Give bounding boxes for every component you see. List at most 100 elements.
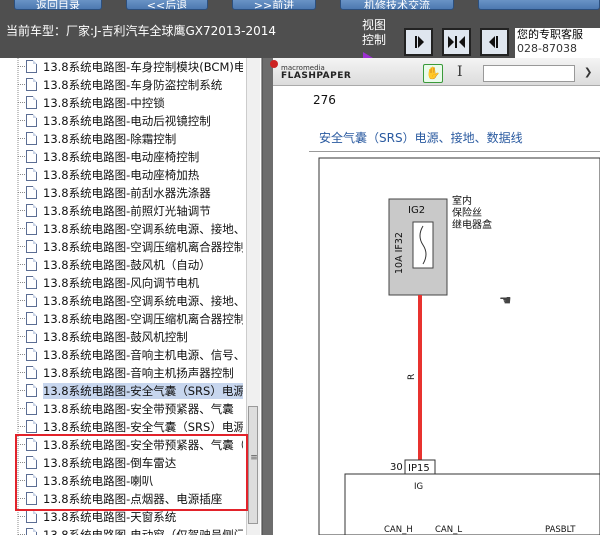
highlight-annotation xyxy=(15,434,248,511)
viewer-toolbar: macromedia FLASHPAPER ✋ I ❯ xyxy=(270,58,600,86)
document-icon xyxy=(26,312,37,325)
document-icon xyxy=(26,240,37,253)
tree-item-label: 13.8系统电路图-电动后视镜控制 xyxy=(43,113,211,128)
flashpaper-brand: macromedia FLASHPAPER xyxy=(281,64,351,81)
tree-item-label: 13.8系统电路图-鼓风机控制 xyxy=(43,329,188,344)
tree-item[interactable]: 13.8系统电路图-电动座椅加热 xyxy=(26,166,243,183)
tree-item[interactable]: 13.8系统电路图-安全气囊（SRS）电源 xyxy=(26,418,243,435)
document-icon xyxy=(26,510,37,523)
page-number: 276 xyxy=(313,93,336,107)
tree-item[interactable]: 13.8系统电路图-空调系统电源、接地、信 xyxy=(26,292,243,309)
document-icon xyxy=(26,276,37,289)
search-input[interactable] xyxy=(483,65,575,82)
tree-item-label: 13.8系统电路图-鼓风机（自动） xyxy=(43,257,211,272)
tree-item[interactable]: 13.8系统电路图-空调压缩机离合器控制 xyxy=(26,310,243,327)
tree-item[interactable]: 13.8系统电路图-空调系统电源、接地、信 xyxy=(26,220,243,237)
two-page-button[interactable] xyxy=(442,28,471,56)
document-icon xyxy=(26,78,37,91)
document-icon xyxy=(26,258,37,271)
splitter[interactable] xyxy=(263,58,273,535)
previous-page-button[interactable] xyxy=(480,28,509,56)
document-icon xyxy=(26,222,37,235)
tree-item[interactable]: 13.8系统电路图-音响主机扬声器控制 xyxy=(26,364,243,381)
document-icon xyxy=(26,330,37,343)
view-label-line2: 控制 xyxy=(362,33,387,47)
can-l-label: CAN_L xyxy=(435,525,462,535)
back-button[interactable]: <<后退 xyxy=(126,0,208,10)
customer-service-box: 您的专职客服 028-87038 xyxy=(515,28,600,58)
tree-item-label: 13.8系统电路图-音响主机扬声器控制 xyxy=(43,365,234,380)
fuse-rating-label: 10A IF32 xyxy=(394,232,405,274)
document-icon xyxy=(26,150,37,163)
text-select-tool[interactable]: I xyxy=(457,64,463,80)
tree-item-label: 13.8系统电路图-中控锁 xyxy=(43,95,165,110)
next-page-button[interactable] xyxy=(404,28,433,56)
tree-item-label: 13.8系统电路图-空调系统电源、接地、信 xyxy=(43,293,243,308)
extra-button[interactable] xyxy=(478,0,600,10)
tree-item[interactable]: 13.8系统电路图-前照灯光轴调节 xyxy=(26,202,243,219)
tree-item[interactable]: 13.8系统电路图-车身控制模块(BCM)电 xyxy=(26,58,243,75)
tree-item[interactable]: 13.8系统电路图-安全带预紧器、气囊 xyxy=(26,400,243,417)
forward-button[interactable]: >>前进 xyxy=(232,0,316,10)
connector-label: IP15 xyxy=(408,463,430,474)
tree-item-label: 13.8系统电路图-电动窗（仅驾驶员侧门 xyxy=(43,527,243,535)
document-icon xyxy=(26,384,37,397)
view-control-label: 视图 控制 xyxy=(362,18,392,48)
tree-item[interactable]: 13.8系统电路图-安全气囊（SRS）电源 xyxy=(26,382,243,399)
service-phone: 028-87038 xyxy=(517,42,577,55)
hand-cursor-icon: ☚ xyxy=(499,293,512,309)
document-icon xyxy=(26,294,37,307)
wiring-diagram: IG2 10A IF32 室内 保险丝 继电器盒 ☚ R 30 IP15 IG … xyxy=(318,157,600,535)
repair-forum-button[interactable]: 机修技术交流 xyxy=(340,0,454,10)
hand-icon: ✋ xyxy=(425,66,441,80)
document-tree[interactable]: 13.8系统电路图-车身控制模块(BCM)电 13.8系统电路图-车身防盗控制系统… xyxy=(0,58,262,535)
tree-item[interactable]: 13.8系统电路图-前刮水器洗涤器 xyxy=(26,184,243,201)
document-icon xyxy=(26,348,37,361)
document-icon xyxy=(26,366,37,379)
tree-item[interactable]: 13.8系统电路图-音响主机电源、信号、搭 xyxy=(26,346,243,363)
document-icon xyxy=(26,402,37,415)
tree-item-label: 13.8系统电路图-除霜控制 xyxy=(43,131,177,146)
location-label-3: 继电器盒 xyxy=(452,218,492,231)
next-page-icon xyxy=(415,36,424,48)
document-icon xyxy=(26,168,37,181)
previous-page-icon xyxy=(489,36,498,48)
tree-scrollbar-thumb[interactable] xyxy=(248,406,259,524)
tree-item-label: 13.8系统电路图-电动座椅控制 xyxy=(43,149,200,164)
tree-item-label: 13.8系统电路图-音响主机电源、信号、搭 xyxy=(43,347,243,362)
tree-item[interactable]: 13.8系统电路图-中控锁 xyxy=(26,94,243,111)
tree-item-label: 13.8系统电路图-安全带预紧器、气囊 xyxy=(43,401,234,416)
text-cursor-icon: I xyxy=(457,64,463,80)
tree-item[interactable]: 13.8系统电路图-风向调节电机 xyxy=(26,274,243,291)
tree-item[interactable]: 13.8系统电路图-除霜控制 xyxy=(26,130,243,147)
tree-item[interactable]: 13.8系统电路图-电动窗（仅驾驶员侧门 xyxy=(26,526,243,535)
tree-item-label: 13.8系统电路图-空调压缩机离合器控制 xyxy=(43,311,243,326)
current-car-model: 当前车型：厂家:J-吉利汽车全球鹰GX72013-2014 xyxy=(6,24,277,38)
document-icon xyxy=(26,420,37,433)
tree-item[interactable]: 13.8系统电路图-车身防盗控制系统 xyxy=(26,76,243,93)
service-label: 您的专职客服 xyxy=(517,28,583,41)
location-label-1: 室内 xyxy=(452,194,472,207)
search-arrow-icon[interactable]: ❯ xyxy=(584,67,592,78)
connector-sub-label: IG xyxy=(414,482,423,492)
tree-item[interactable]: 13.8系统电路图-电动座椅控制 xyxy=(26,148,243,165)
tree-item[interactable]: 13.8系统电路图-空调压缩机离合器控制 xyxy=(26,238,243,255)
document-icon xyxy=(26,528,37,535)
tree-item[interactable]: 13.8系统电路图-鼓风机控制 xyxy=(26,328,243,345)
document-icon xyxy=(26,204,37,217)
flashpaper-logo-icon xyxy=(270,60,278,68)
hand-tool-button[interactable]: ✋ xyxy=(423,64,443,83)
top-toolbar: 返回目录 <<后退 >>前进 机修技术交流 当前车型：厂家:J-吉利汽车全球鹰G… xyxy=(0,0,600,58)
can-h-label: CAN_H xyxy=(384,525,413,535)
view-label-line1: 视图 xyxy=(362,18,387,32)
back-to-toc-button[interactable]: 返回目录 xyxy=(14,0,102,10)
diagram-title: 安全气囊（SRS）电源、接地、数据线 xyxy=(319,131,523,145)
tree-item-label: 13.8系统电路图-风向调节电机 xyxy=(43,275,200,290)
tree-item[interactable]: 13.8系统电路图-鼓风机（自动） xyxy=(26,256,243,273)
tree-item-label: 13.8系统电路图-电动座椅加热 xyxy=(43,167,200,182)
tree-item-label: 13.8系统电路图-车身控制模块(BCM)电 xyxy=(43,59,243,74)
tree-item[interactable]: 13.8系统电路图-电动后视镜控制 xyxy=(26,112,243,129)
tree-item-label: 13.8系统电路图-前照灯光轴调节 xyxy=(43,203,211,218)
tree-item-label: 13.8系统电路图-空调系统电源、接地、信 xyxy=(43,221,243,236)
document-icon xyxy=(26,132,37,145)
